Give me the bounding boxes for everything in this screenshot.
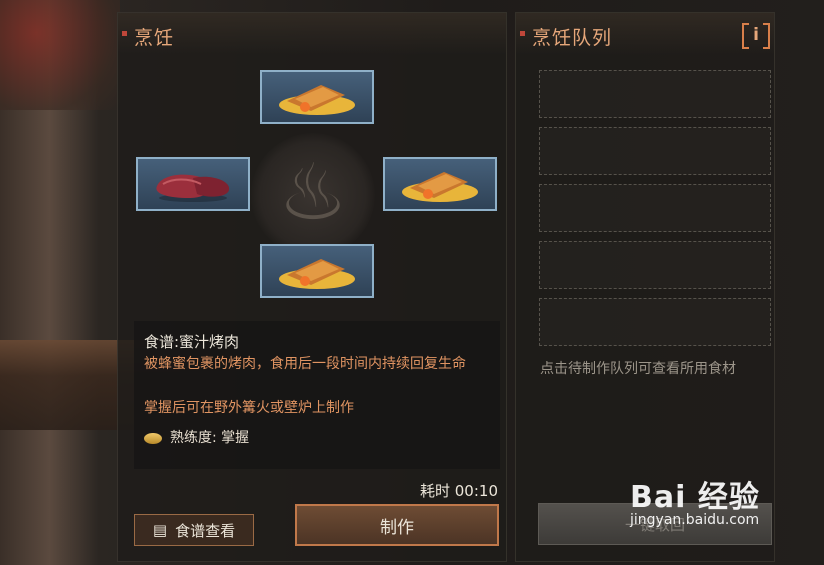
campfire-icon: ♨: [278, 148, 348, 238]
info-icon[interactable]: i: [742, 23, 770, 49]
queue-title: 烹饪队列: [532, 27, 613, 49]
make-label: 制作: [380, 517, 414, 538]
background-blur-red: [0, 0, 120, 110]
raw-meat-icon: [156, 174, 230, 202]
cooking-title: 烹饪: [134, 27, 175, 49]
honey-meat-icon: [279, 85, 355, 115]
recipe-info-box: 食谱:蜜汁烤肉 被蜂蜜包裹的烤肉，食用后一段时间内持续回复生命 掌握后可在野外篝…: [134, 321, 500, 469]
cooking-header: 烹饪: [118, 13, 506, 55]
ingredient-slot-bottom[interactable]: [260, 244, 374, 298]
ingredient-slot-left[interactable]: [136, 157, 250, 211]
view-recipe-button[interactable]: ▤ 食谱查看: [134, 514, 254, 546]
header-dot: [520, 31, 525, 36]
cooking-panel: 烹饪 ♨ 食谱:蜜汁烤肉 被蜂蜜包裹的烤肉，食用后一段时间内持续回复生命 掌握后…: [117, 12, 507, 562]
header-dot: [122, 31, 127, 36]
queue-slot-1[interactable]: [539, 70, 771, 118]
ingredient-slot-right[interactable]: [383, 157, 497, 211]
ingredient-slot-top[interactable]: [260, 70, 374, 124]
recipe-note: 掌握后可在野外篝火或壁炉上制作: [144, 400, 354, 416]
cook-time: 耗时 00:10: [420, 482, 498, 500]
queue-slot-2[interactable]: [539, 127, 771, 175]
proficiency-text: 熟练度: 掌握: [170, 430, 250, 446]
queue-slot-4[interactable]: [539, 241, 771, 289]
honey-meat-icon: [402, 172, 478, 202]
view-recipe-label: 食谱查看: [175, 521, 236, 540]
honey-meat-icon: [279, 259, 355, 289]
queue-header: 烹饪队列 i: [516, 13, 774, 55]
baidu-watermark: Bai 经验 jingyan.baidu.com: [630, 472, 760, 528]
queue-hint: 点击待制作队列可查看所用食材: [540, 361, 736, 377]
recipe-name: 食谱:蜜汁烤肉: [144, 333, 240, 351]
watermark-logo: Bai 经验: [630, 480, 760, 515]
info-label: i: [753, 25, 759, 45]
queue-slot-5[interactable]: [539, 298, 771, 346]
queue-slot-3[interactable]: [539, 184, 771, 232]
recipe-book-icon: ▤: [152, 521, 168, 539]
proficiency-row: 熟练度: 掌握: [144, 427, 249, 447]
recipe-description: 被蜂蜜包裹的烤肉，食用后一段时间内持续回复生命: [144, 356, 466, 372]
proficiency-icon: [144, 432, 162, 444]
watermark-url: jingyan.baidu.com: [630, 512, 760, 528]
make-button[interactable]: 制作: [295, 504, 499, 546]
